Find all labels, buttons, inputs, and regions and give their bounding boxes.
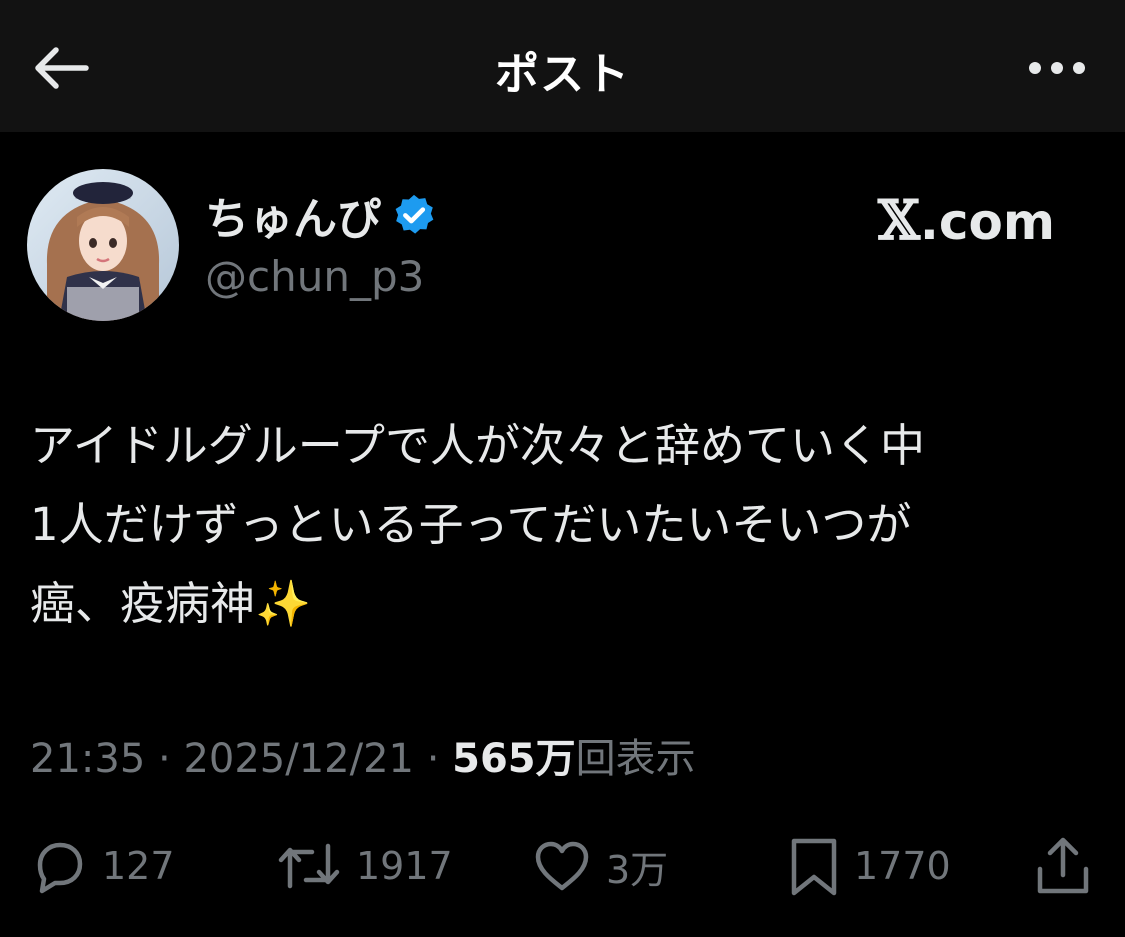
post-line-3: 癌、疫病神✨ bbox=[30, 564, 1105, 643]
avatar[interactable] bbox=[27, 169, 179, 321]
author-name-row: ちゅんぴ bbox=[205, 183, 437, 247]
action-bar: 127 1917 3万 1770 bbox=[0, 830, 1125, 902]
post-text: アイドルグループで人が次々と辞めていく中 1人だけずっといる子ってだいたいそいつ… bbox=[30, 406, 1105, 643]
post-line-2: 1人だけずっといる子ってだいたいそいつが bbox=[30, 498, 912, 551]
views-label: 回表示 bbox=[575, 736, 696, 782]
sparkles-emoji: ✨ bbox=[255, 577, 312, 630]
avatar-image bbox=[27, 169, 179, 321]
author-display-name[interactable]: ちゅんぴ bbox=[205, 183, 381, 247]
share-icon bbox=[1037, 837, 1089, 894]
verified-badge-icon bbox=[395, 194, 434, 234]
meta-separator: · bbox=[145, 736, 184, 782]
like-button[interactable]: 3万 bbox=[532, 830, 668, 902]
meta-separator: · bbox=[413, 736, 453, 782]
like-count: 3万 bbox=[606, 847, 669, 892]
more-button[interactable] bbox=[1017, 40, 1097, 96]
bookmark-count: 1770 bbox=[854, 844, 951, 888]
top-bar: ポスト bbox=[0, 0, 1125, 132]
reply-button[interactable]: 127 bbox=[28, 830, 175, 902]
post-time[interactable]: 21:35 bbox=[30, 736, 145, 782]
page-title: ポスト bbox=[495, 49, 630, 100]
post-date[interactable]: 2025/12/21 bbox=[183, 736, 414, 782]
author-handle[interactable]: @chun_p3 bbox=[205, 252, 424, 301]
reply-count: 127 bbox=[102, 844, 175, 888]
heart-icon bbox=[535, 841, 589, 891]
views-count[interactable]: 565万 bbox=[452, 736, 576, 782]
site-watermark: 𝕏 .com bbox=[878, 188, 1055, 252]
reply-icon bbox=[37, 842, 83, 894]
bookmark-button[interactable]: 1770 bbox=[788, 830, 951, 902]
post-meta: 21:35 · 2025/12/21 · 565万回表示 bbox=[30, 726, 696, 784]
more-horizontal-icon bbox=[1029, 62, 1085, 74]
bookmark-icon bbox=[791, 838, 837, 896]
x-logo-glyph: 𝕏 bbox=[878, 188, 920, 252]
share-button[interactable] bbox=[1034, 830, 1092, 902]
repost-count: 1917 bbox=[356, 844, 453, 888]
site-domain-text: .com bbox=[919, 193, 1055, 251]
repost-icon bbox=[278, 843, 340, 889]
repost-button[interactable]: 1917 bbox=[276, 830, 453, 902]
post-line-3-text: 癌、疫病神 bbox=[30, 577, 256, 630]
post-line-1: アイドルグループで人が次々と辞めていく中 bbox=[30, 419, 926, 472]
